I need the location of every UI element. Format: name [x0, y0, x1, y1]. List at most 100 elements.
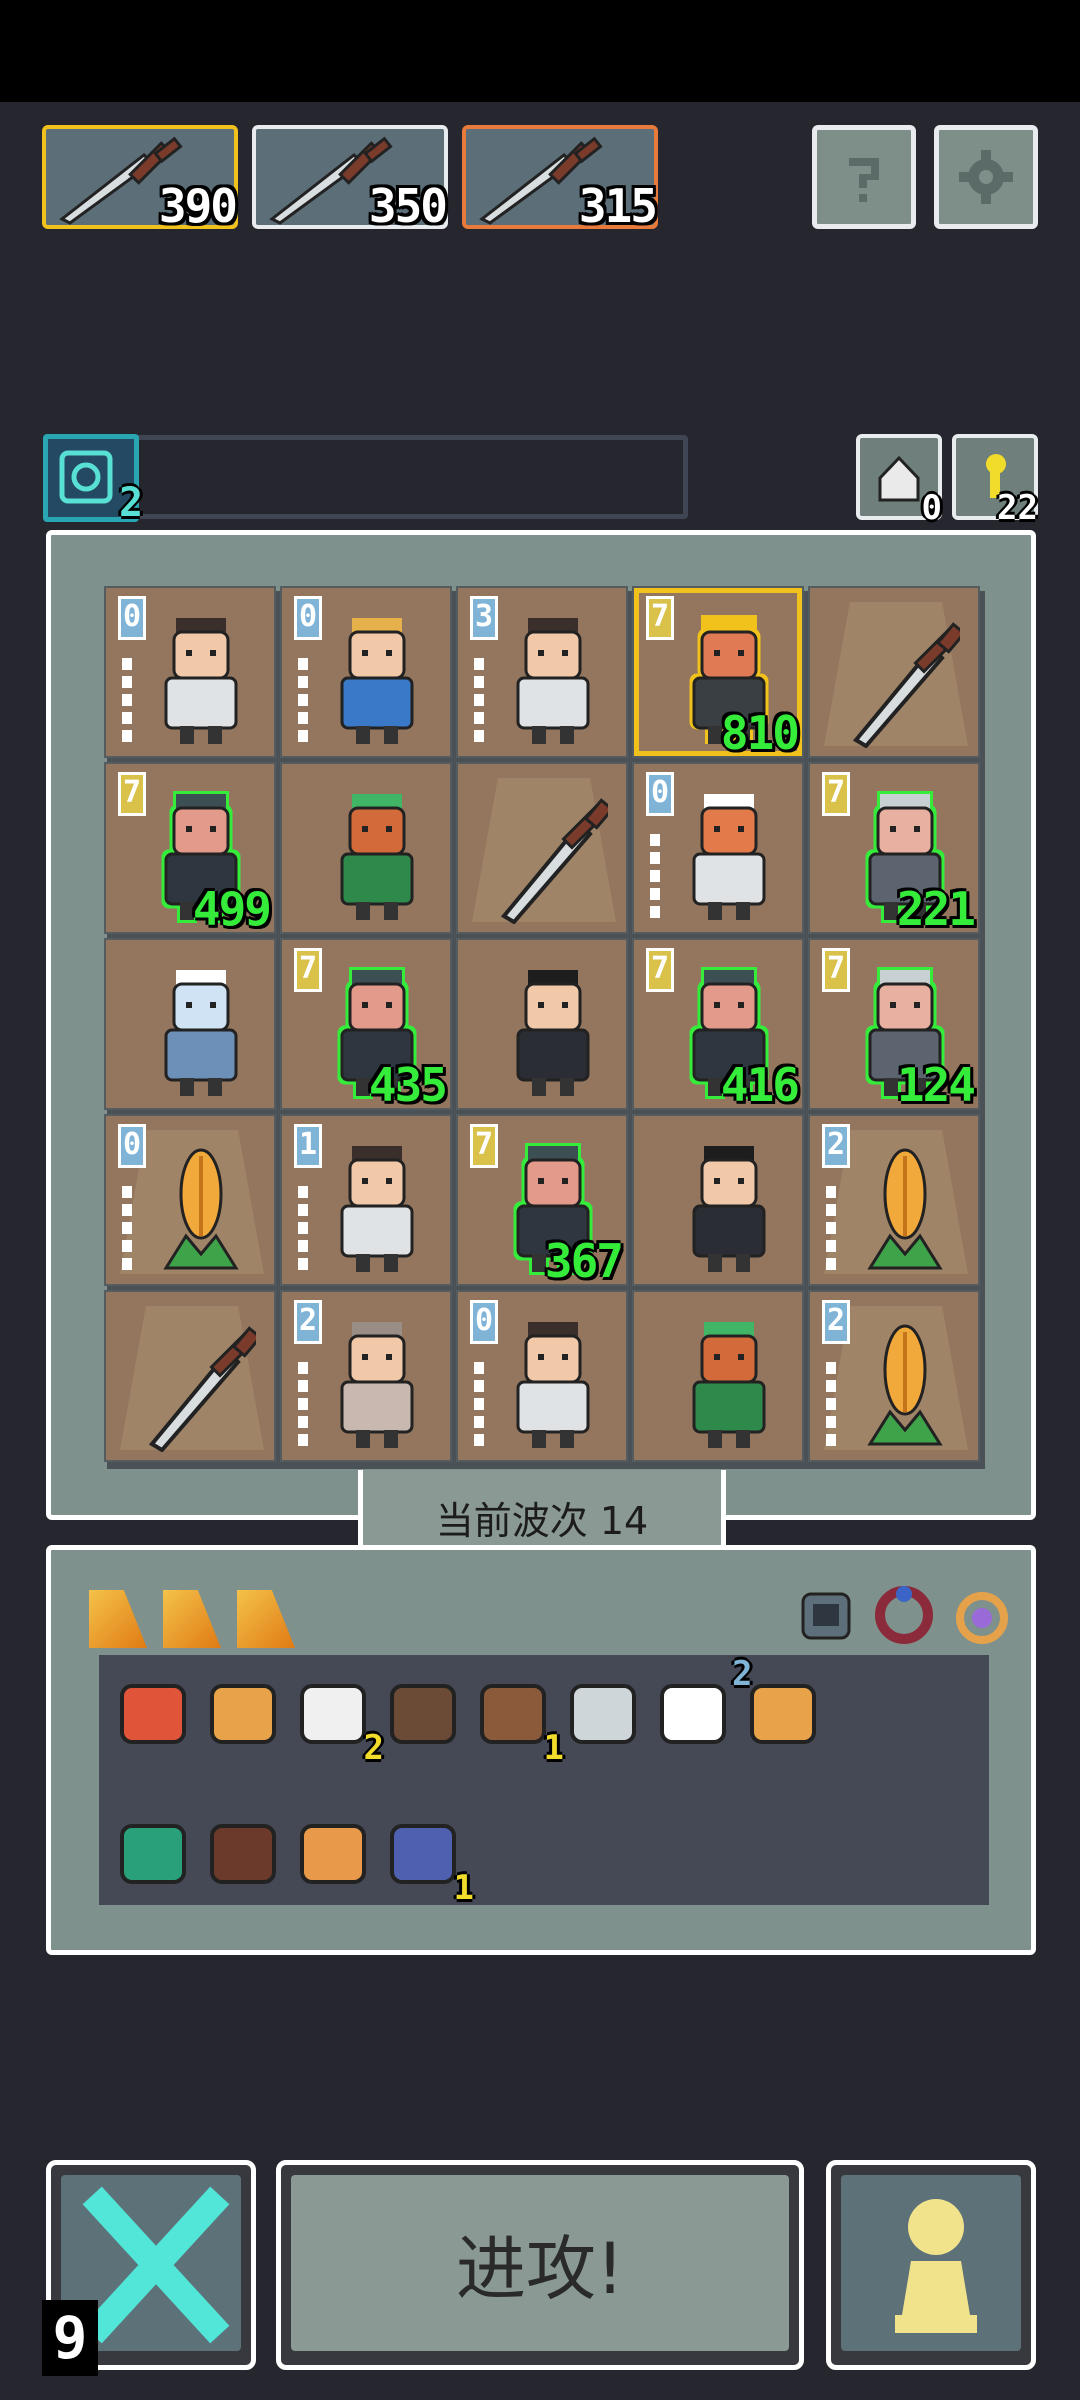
cloud-icon[interactable]: 2	[288, 1668, 384, 1768]
star-level-badge: 7	[470, 1124, 498, 1168]
fire-bread-icon[interactable]	[108, 1668, 198, 1758]
pawn-icon	[895, 2199, 977, 2333]
board-cell-warrior[interactable]: 7 435	[280, 938, 452, 1112]
board-cell-monk[interactable]: 0	[104, 586, 276, 758]
farmer-icon	[340, 618, 414, 744]
star-level-badge: 0	[118, 1124, 146, 1168]
damage-value: 499	[192, 882, 272, 936]
attack-label: 进攻!	[291, 2175, 789, 2351]
weapon-power: 350	[368, 179, 448, 233]
help-button[interactable]	[812, 125, 916, 229]
star-level-badge: 2	[822, 1300, 850, 1344]
star-level-badge: 7	[822, 948, 850, 992]
board-cell-wheat[interactable]: 2	[808, 1114, 980, 1286]
experience-bar: 2	[43, 434, 688, 526]
abacus-icon[interactable]	[198, 1808, 288, 1898]
donut-icon[interactable]	[288, 1808, 378, 1898]
cheese-icon	[237, 1590, 295, 1648]
question-icon	[849, 158, 879, 202]
board-cell-wheat[interactable]: 0	[104, 1114, 276, 1286]
board-cell-sword[interactable]	[104, 1290, 276, 1462]
board-cell-sword[interactable]	[456, 762, 628, 934]
board-cell-monk[interactable]: 0	[456, 1290, 628, 1462]
damage-value: 367	[544, 1234, 624, 1288]
health-ticks	[474, 658, 484, 748]
status-bar	[0, 0, 1080, 102]
damage-value: 810	[720, 706, 800, 760]
rabbit-icon[interactable]	[198, 1668, 288, 1758]
board-cell-monk[interactable]: 1	[280, 1114, 452, 1286]
cheese-icon	[89, 1590, 147, 1648]
board-cell-swordsman[interactable]: 2	[280, 1290, 452, 1462]
damage-value: 221	[896, 882, 976, 936]
star-level-badge: 7	[118, 772, 146, 816]
key-count: 22	[997, 488, 1038, 528]
wheat-icon	[867, 1324, 943, 1446]
magic-staff-icon[interactable]: 1	[468, 1668, 564, 1768]
board-cell-treant[interactable]	[280, 762, 452, 934]
health-ticks	[298, 1362, 308, 1452]
board-cell-treant[interactable]	[632, 1290, 804, 1462]
ring-icon	[875, 1586, 933, 1644]
star-level-badge: 2	[294, 1300, 322, 1344]
star-level-badge: 3	[470, 596, 498, 640]
health-ticks	[650, 834, 660, 924]
star-level-badge: 0	[470, 1300, 498, 1344]
board-cell-farmer[interactable]: 0	[280, 586, 452, 758]
board-cell-warrior[interactable]: 7 499	[104, 762, 276, 936]
monk-icon	[340, 1146, 414, 1272]
weapon-card-2[interactable]: 350	[252, 125, 448, 233]
star-level-badge: 7	[646, 596, 674, 640]
weapon-card-3[interactable]: 315	[462, 125, 658, 233]
star-level-badge: 7	[646, 948, 674, 992]
health-ticks	[826, 1362, 836, 1452]
turns-remaining: 9	[42, 2300, 98, 2376]
hero-button[interactable]	[826, 2160, 1036, 2370]
sword-icon	[852, 622, 960, 748]
attack-button[interactable]: 进攻!	[276, 2160, 804, 2370]
monk-icon	[164, 618, 238, 744]
damage-value: 416	[720, 1058, 800, 1112]
health-ticks	[122, 1186, 132, 1276]
star-level-badge: 0	[118, 596, 146, 640]
weapon-power: 390	[158, 179, 238, 233]
board-cell-ogre[interactable]: 7 810	[632, 586, 804, 760]
milk-jar-icon[interactable]	[648, 1668, 738, 1758]
dagger-icon[interactable]	[558, 1668, 648, 1758]
settings-button[interactable]	[934, 125, 1038, 229]
board-cell-warrior[interactable]: 7 416	[632, 938, 804, 1112]
weapon-card-1[interactable]: 390	[42, 125, 238, 233]
star-level-badge: 7	[822, 772, 850, 816]
board-cell-sword[interactable]	[808, 586, 980, 758]
undo-count: 0	[921, 488, 942, 528]
board-cell-elder[interactable]: 7 221	[808, 762, 980, 936]
health-ticks	[122, 658, 132, 748]
board-cell-monk[interactable]: 3	[456, 586, 628, 758]
scholar-icon	[516, 970, 590, 1096]
board-cell-warrior[interactable]: 7 367	[456, 1114, 628, 1288]
amulet-icon	[956, 1592, 1008, 1644]
board-cell-elder[interactable]: 7 124	[808, 938, 980, 1112]
scholar-icon	[692, 1146, 766, 1272]
treant-icon	[692, 1322, 766, 1448]
undo-button[interactable]: 0	[856, 434, 942, 528]
health-ticks	[474, 1362, 484, 1452]
gear-icon	[959, 150, 1013, 204]
bench-icon[interactable]	[108, 1808, 198, 1898]
board-cell-scholar[interactable]	[456, 938, 628, 1110]
board-cell-yeti[interactable]	[104, 938, 276, 1110]
key-button[interactable]: 22	[952, 434, 1038, 528]
spike-trap-icon[interactable]	[378, 1668, 468, 1758]
star-level-badge: 0	[646, 772, 674, 816]
board-cell-wheat[interactable]: 2	[808, 1290, 980, 1462]
swordsman-icon	[340, 1322, 414, 1448]
monk-icon	[516, 618, 590, 744]
gourd-icon[interactable]: 2	[732, 1654, 828, 1758]
star-level-badge: 1	[294, 1124, 322, 1168]
board-cell-boar[interactable]: 0	[632, 762, 804, 934]
yeti-icon	[164, 970, 238, 1096]
sword-icon	[148, 1326, 256, 1452]
board-cell-scholar[interactable]	[632, 1114, 804, 1286]
damage-value: 435	[368, 1058, 448, 1112]
pagoda-icon[interactable]: 1	[378, 1808, 474, 1908]
